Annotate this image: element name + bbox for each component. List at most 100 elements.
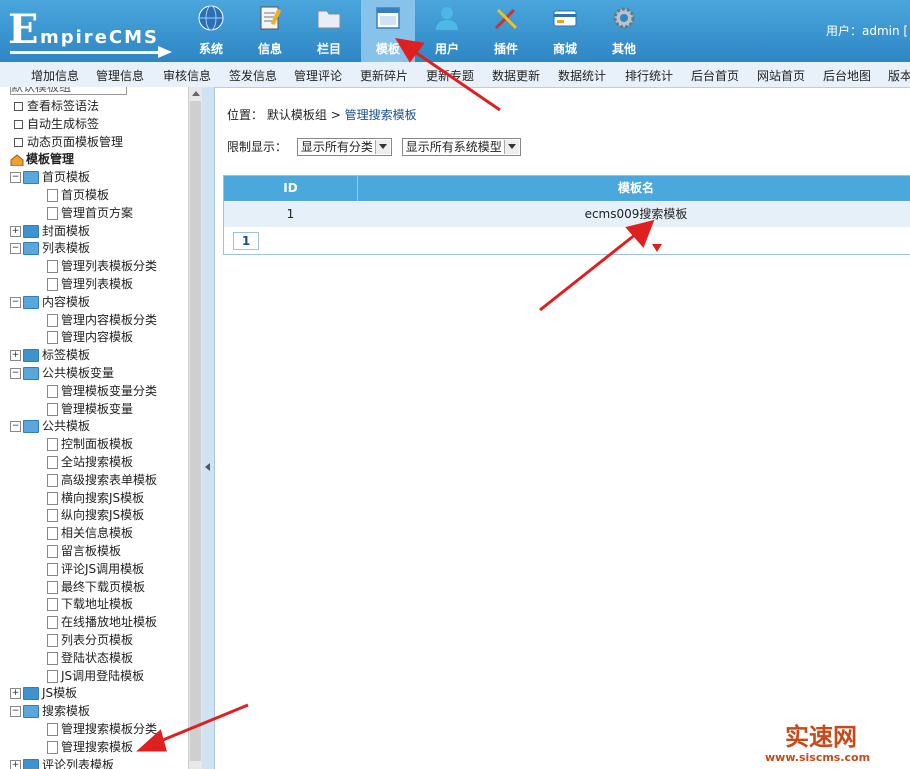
- tree-item[interactable]: 相关信息模板: [47, 524, 133, 542]
- nav-5[interactable]: 用户: [420, 0, 474, 62]
- collapse-toggle-icon[interactable]: −: [10, 706, 21, 717]
- nav-2[interactable]: 信息: [243, 0, 297, 62]
- submenu-item[interactable]: 审核信息: [163, 67, 211, 84]
- tree-item-label: 高级搜索表单模板: [61, 473, 158, 487]
- tree-item[interactable]: 管理列表模板分类: [47, 257, 157, 275]
- user-info[interactable]: 用户：admin [: [826, 22, 908, 39]
- category-select[interactable]: 显示所有分类: [296, 138, 392, 156]
- table-row[interactable]: 1 ecms009搜索模板: [224, 202, 910, 227]
- table-header: ID 模板名: [224, 176, 910, 201]
- column-header-template-name[interactable]: 模板名: [358, 176, 910, 201]
- tree-item[interactable]: 纵向搜索JS模板: [47, 506, 144, 524]
- tree-item[interactable]: − 搜索模板: [10, 702, 90, 720]
- tree-item[interactable]: 动态页面模板管理: [14, 133, 123, 151]
- empirecms-logo[interactable]: E mpireCMS: [6, 6, 176, 58]
- template-group-select[interactable]: 默认模板组: [10, 87, 127, 95]
- page-number-link[interactable]: 1: [233, 232, 259, 250]
- tree-item[interactable]: 首页模板: [47, 186, 109, 204]
- submenu-item[interactable]: 签发信息: [229, 67, 277, 84]
- cell-template-name[interactable]: ecms009搜索模板: [358, 202, 910, 227]
- column-header-id[interactable]: ID: [224, 176, 358, 201]
- tree-item[interactable]: 管理首页方案: [47, 204, 133, 222]
- tree-item[interactable]: + 封面模板: [10, 222, 90, 240]
- chevron-down-icon[interactable]: [503, 140, 519, 154]
- model-select[interactable]: 显示所有系统模型: [401, 138, 521, 156]
- tree-item[interactable]: 管理列表模板: [47, 275, 133, 293]
- collapse-toggle-icon[interactable]: −: [10, 421, 21, 432]
- collapse-left-icon[interactable]: [205, 463, 210, 471]
- tree-item-label: 公共模板变量: [42, 366, 115, 380]
- tree-item[interactable]: − 公共模板: [10, 417, 90, 435]
- tree-item[interactable]: 全站搜索模板: [47, 453, 133, 471]
- tree-item-label: 管理首页方案: [61, 206, 134, 220]
- submenu-item[interactable]: 数据统计: [558, 67, 606, 84]
- nav-3[interactable]: 栏目: [302, 0, 356, 62]
- tree-item[interactable]: − 内容模板: [10, 293, 90, 311]
- sidebar-collapse-splitter[interactable]: [202, 87, 215, 769]
- tree-item[interactable]: 自动生成标签: [14, 115, 99, 133]
- submenu-item[interactable]: 版本: [888, 67, 910, 84]
- tree-item[interactable]: 高级搜索表单模板: [47, 471, 157, 489]
- collapse-toggle-icon[interactable]: −: [10, 172, 21, 183]
- collapse-toggle-icon[interactable]: −: [10, 368, 21, 379]
- tree-item[interactable]: 评论JS调用模板: [47, 560, 144, 578]
- submenu-item[interactable]: 后台首页: [691, 67, 739, 84]
- tree-item[interactable]: − 公共模板变量: [10, 364, 114, 382]
- tree-item[interactable]: − 列表模板: [10, 239, 90, 257]
- submenu-item[interactable]: 更新碎片: [360, 67, 408, 84]
- tree-item[interactable]: 列表分页模板: [47, 631, 133, 649]
- scroll-up-icon[interactable]: [192, 91, 200, 96]
- tree-item[interactable]: 管理内容模板分类: [47, 311, 157, 329]
- top-header: E mpireCMS 系统 信息 栏目 模板 用户 插件 商城 其他 用户：admin [: [0, 0, 910, 62]
- chevron-down-icon[interactable]: [374, 140, 390, 154]
- tree-item[interactable]: 登陆状态模板: [47, 649, 133, 667]
- tree-item[interactable]: JS调用登陆模板: [47, 667, 144, 685]
- page-icon: [47, 207, 58, 220]
- collapse-toggle-icon[interactable]: −: [10, 243, 21, 254]
- submenu-item[interactable]: 网站首页: [757, 67, 805, 84]
- nav-1[interactable]: 系统: [184, 0, 238, 62]
- submenu-item[interactable]: 管理信息: [96, 67, 144, 84]
- tree-item[interactable]: 管理搜索模板分类: [47, 720, 157, 738]
- tree-item[interactable]: 在线播放地址模板: [47, 613, 157, 631]
- nav-label: 模板: [375, 42, 400, 56]
- scrollbar-thumb[interactable]: [190, 101, 201, 761]
- submenu-item[interactable]: 数据更新: [492, 67, 540, 84]
- tree-item[interactable]: 管理搜索模板: [47, 738, 133, 756]
- tree-item[interactable]: 管理模板变量分类: [47, 382, 157, 400]
- submenu-item[interactable]: 管理评论: [294, 67, 342, 84]
- tree-item[interactable]: 查看标签语法: [14, 97, 99, 115]
- tree-item[interactable]: 留言板模板: [47, 542, 121, 560]
- tree-item[interactable]: 控制面板模板: [47, 435, 133, 453]
- tree-item[interactable]: 横向搜索JS模板: [47, 489, 144, 507]
- expand-toggle-icon[interactable]: +: [10, 760, 21, 769]
- expand-toggle-icon[interactable]: +: [10, 688, 21, 699]
- sidebar-scrollbar[interactable]: [188, 87, 202, 769]
- nav-4[interactable]: 模板: [361, 0, 415, 62]
- submenu-item[interactable]: 排行统计: [625, 67, 673, 84]
- page-icon: [47, 474, 58, 487]
- collapse-toggle-icon[interactable]: −: [10, 297, 21, 308]
- tree-item[interactable]: 管理内容模板: [47, 328, 133, 346]
- tree-item[interactable]: + 评论列表模板: [10, 756, 114, 769]
- submenu-item[interactable]: 后台地图: [823, 67, 871, 84]
- tree-item-label: 相关信息模板: [61, 526, 134, 540]
- tree-item[interactable]: + JS模板: [10, 684, 77, 702]
- breadcrumb-current-link[interactable]: 管理搜索模板: [345, 108, 417, 122]
- nav-8[interactable]: 其他: [597, 0, 651, 62]
- expand-toggle-icon[interactable]: +: [10, 350, 21, 361]
- nav-7[interactable]: 商城: [538, 0, 592, 62]
- tree-item[interactable]: 最终下载页模板: [47, 578, 145, 596]
- tree-item[interactable]: 下载地址模板: [47, 595, 133, 613]
- breadcrumb-group-link[interactable]: 默认模板组: [267, 108, 327, 122]
- submenu-item[interactable]: 增加信息: [31, 67, 79, 84]
- tree-item-label: 查看标签语法: [27, 99, 100, 113]
- expand-toggle-icon[interactable]: +: [10, 226, 21, 237]
- tree-item[interactable]: − 首页模板: [10, 168, 90, 186]
- submenu-item[interactable]: 更新专题: [426, 67, 474, 84]
- tree-item[interactable]: 管理模板变量: [47, 400, 133, 418]
- tree-item[interactable]: + 标签模板: [10, 346, 90, 364]
- tree-item[interactable]: 模板管理: [10, 150, 74, 168]
- tree-item-label: 封面模板: [42, 224, 91, 238]
- nav-6[interactable]: 插件: [479, 0, 533, 62]
